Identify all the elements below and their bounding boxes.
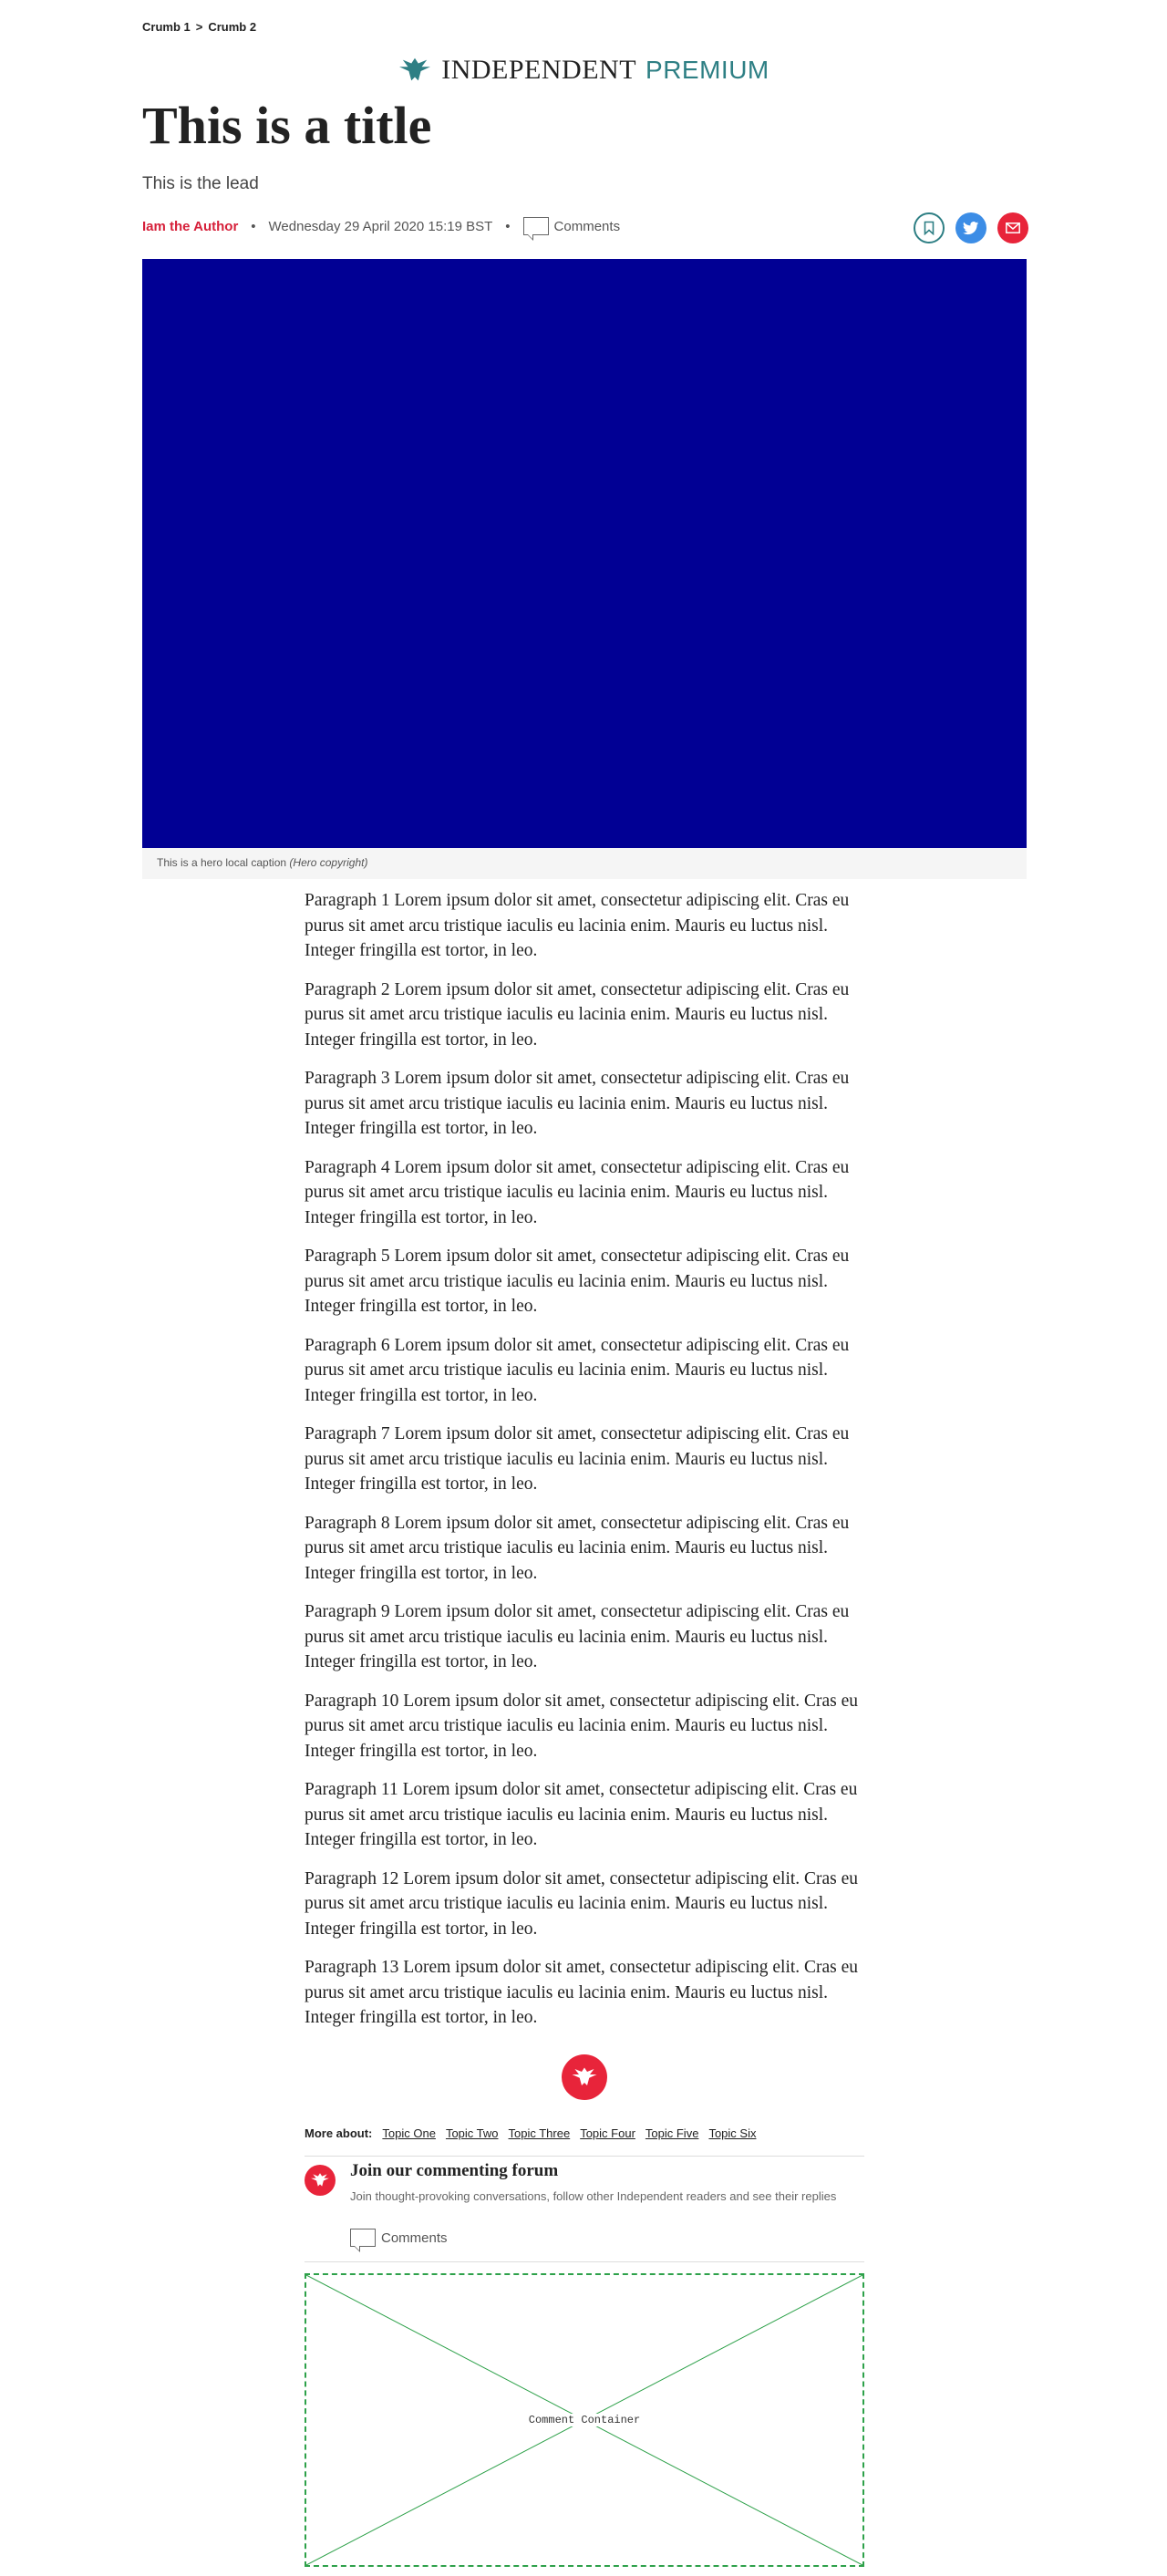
twitter-icon bbox=[963, 221, 979, 234]
comment-container-placeholder: Comment Container bbox=[305, 2273, 864, 2567]
forum-comments-label: Comments bbox=[381, 2229, 448, 2246]
comments-label: Comments bbox=[553, 218, 621, 234]
forum-title: Join our commenting forum bbox=[350, 2161, 559, 2180]
meta-separator-dot: • bbox=[251, 218, 256, 234]
article-lead: This is the lead bbox=[142, 174, 259, 193]
hero-caption-text: This is a hero local caption bbox=[157, 856, 287, 869]
breadcrumb-separator: > bbox=[195, 20, 203, 34]
twitter-share-button[interactable] bbox=[955, 212, 986, 243]
topic-link[interactable]: Topic Five bbox=[645, 2126, 699, 2140]
paragraph: Paragraph 11 Lorem ipsum dolor sit amet,… bbox=[305, 1780, 858, 1849]
topic-link[interactable]: Topic One bbox=[382, 2126, 436, 2140]
comment-container-label: Comment Container bbox=[526, 2414, 643, 2426]
paragraph: Paragraph 6 Lorem ipsum dolor sit amet, … bbox=[305, 1335, 850, 1405]
article-title: This is a title bbox=[142, 96, 432, 155]
masthead-name: INDEPENDENT bbox=[441, 55, 637, 85]
divider bbox=[305, 2156, 864, 2157]
paragraph: Paragraph 5 Lorem ipsum dolor sit amet, … bbox=[305, 1247, 850, 1316]
article-page: Crumb 1 > Crumb 2 INDEPENDENT PREMIUM This… bbox=[0, 0, 1167, 2576]
more-about-label: More about: bbox=[305, 2126, 373, 2140]
topic-link[interactable]: Topic Two bbox=[446, 2126, 499, 2140]
paragraph: Paragraph 1 Lorem ipsum dolor sit amet, … bbox=[305, 891, 850, 960]
breadcrumb-item-1[interactable]: Crumb 1 bbox=[142, 20, 191, 34]
hero-image bbox=[142, 259, 1027, 848]
hero-copyright: (Hero copyright) bbox=[289, 856, 368, 869]
masthead-premium: PREMIUM bbox=[645, 56, 769, 84]
bookmark-icon bbox=[924, 221, 935, 235]
bookmark-button[interactable] bbox=[914, 212, 945, 243]
publish-date: Wednesday 29 April 2020 15:19 BST bbox=[268, 218, 493, 234]
paragraph: Paragraph 3 Lorem ipsum dolor sit amet, … bbox=[305, 1069, 850, 1138]
topic-link[interactable]: Topic Six bbox=[708, 2126, 756, 2140]
author-link[interactable]: Iam the Author bbox=[142, 219, 238, 234]
share-toolbar bbox=[914, 212, 1028, 243]
breadcrumb: Crumb 1 > Crumb 2 bbox=[142, 20, 256, 34]
email-share-button[interactable] bbox=[997, 212, 1028, 243]
comment-icon bbox=[350, 2229, 376, 2252]
end-of-article-eagle-icon bbox=[562, 2054, 607, 2100]
more-about-topics: More about: Topic One Topic Two Topic Th… bbox=[305, 2126, 756, 2140]
comment-icon bbox=[522, 217, 549, 241]
paragraph: Paragraph 2 Lorem ipsum dolor sit amet, … bbox=[305, 979, 850, 1050]
paragraph: Paragraph 10 Lorem ipsum dolor sit amet,… bbox=[305, 1691, 859, 1761]
forum-comments-link[interactable]: Comments bbox=[350, 2229, 448, 2252]
breadcrumb-item-2[interactable]: Crumb 2 bbox=[208, 20, 256, 34]
article-body: Paragraph 1 Lorem ipsum dolor sit amet, … bbox=[305, 888, 870, 2044]
paragraph: Paragraph 12 Lorem ipsum dolor sit amet,… bbox=[305, 1868, 859, 1939]
email-icon bbox=[1006, 222, 1020, 233]
paragraph: Paragraph 7 Lorem ipsum dolor sit amet, … bbox=[305, 1424, 850, 1494]
forum-eagle-icon bbox=[305, 2165, 336, 2196]
paragraph: Paragraph 4 Lorem ipsum dolor sit amet, … bbox=[305, 1157, 850, 1227]
meta-separator-dot: • bbox=[505, 218, 511, 234]
masthead-logo[interactable]: INDEPENDENT PREMIUM bbox=[0, 55, 1167, 86]
forum-description: Join thought-provoking conversations, fo… bbox=[350, 2189, 837, 2203]
eagle-icon bbox=[399, 57, 431, 81]
comments-link[interactable]: Comments bbox=[522, 217, 621, 241]
paragraph: Paragraph 9 Lorem ipsum dolor sit amet, … bbox=[305, 1602, 850, 1671]
topic-link[interactable]: Topic Three bbox=[509, 2126, 571, 2140]
divider bbox=[305, 2261, 864, 2262]
topic-link[interactable]: Topic Four bbox=[580, 2126, 635, 2140]
hero-caption: This is a hero local caption (Hero copyr… bbox=[142, 848, 1027, 879]
paragraph: Paragraph 8 Lorem ipsum dolor sit amet, … bbox=[305, 1513, 850, 1583]
paragraph: Paragraph 13 Lorem ipsum dolor sit amet,… bbox=[305, 1958, 859, 2027]
article-meta: Iam the Author • Wednesday 29 April 2020… bbox=[142, 217, 621, 241]
